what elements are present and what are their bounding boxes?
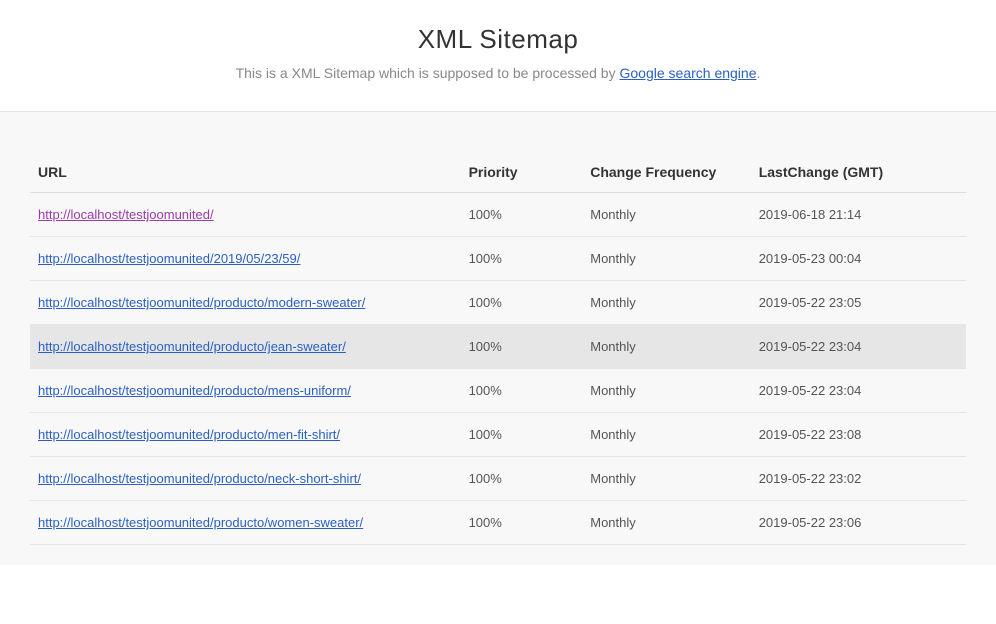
cell-last-change: 2019-05-22 23:04: [751, 369, 966, 413]
cell-last-change: 2019-05-22 23:08: [751, 413, 966, 457]
sitemap-url-link[interactable]: http://localhost/testjoomunited/producto…: [38, 383, 351, 398]
sitemap-table: URL Priority Change Frequency LastChange…: [30, 152, 966, 545]
column-header-last-change: LastChange (GMT): [751, 152, 966, 193]
cell-change-frequency: Monthly: [582, 325, 750, 369]
subtitle-suffix: .: [757, 65, 761, 81]
cell-last-change: 2019-05-22 23:05: [751, 281, 966, 325]
cell-change-frequency: Monthly: [582, 193, 750, 237]
table-header-row: URL Priority Change Frequency LastChange…: [30, 152, 966, 193]
cell-last-change: 2019-05-22 23:04: [751, 325, 966, 369]
cell-last-change: 2019-05-23 00:04: [751, 237, 966, 281]
column-header-priority: Priority: [461, 152, 583, 193]
cell-change-frequency: Monthly: [582, 281, 750, 325]
cell-priority: 100%: [461, 325, 583, 369]
page-title: XML Sitemap: [20, 24, 976, 55]
cell-url: http://localhost/testjoomunited/2019/05/…: [30, 237, 461, 281]
sitemap-url-link[interactable]: http://localhost/testjoomunited/producto…: [38, 427, 340, 442]
cell-priority: 100%: [461, 413, 583, 457]
cell-priority: 100%: [461, 457, 583, 501]
cell-url: http://localhost/testjoomunited/producto…: [30, 457, 461, 501]
table-row: http://localhost/testjoomunited/100%Mont…: [30, 193, 966, 237]
cell-url: http://localhost/testjoomunited/producto…: [30, 413, 461, 457]
sitemap-table-container: URL Priority Change Frequency LastChange…: [0, 111, 996, 565]
sitemap-url-link[interactable]: http://localhost/testjoomunited/producto…: [38, 471, 361, 486]
cell-priority: 100%: [461, 369, 583, 413]
table-row: http://localhost/testjoomunited/producto…: [30, 413, 966, 457]
sitemap-url-link[interactable]: http://localhost/testjoomunited/producto…: [38, 295, 365, 310]
cell-priority: 100%: [461, 281, 583, 325]
sitemap-url-link[interactable]: http://localhost/testjoomunited/producto…: [38, 515, 363, 530]
cell-url: http://localhost/testjoomunited/producto…: [30, 369, 461, 413]
page-header: XML Sitemap This is a XML Sitemap which …: [0, 0, 996, 111]
column-header-url: URL: [30, 152, 461, 193]
cell-url: http://localhost/testjoomunited/producto…: [30, 281, 461, 325]
sitemap-url-link[interactable]: http://localhost/testjoomunited/: [38, 207, 214, 222]
sitemap-url-link[interactable]: http://localhost/testjoomunited/2019/05/…: [38, 251, 300, 266]
table-row: http://localhost/testjoomunited/producto…: [30, 369, 966, 413]
cell-change-frequency: Monthly: [582, 413, 750, 457]
cell-change-frequency: Monthly: [582, 237, 750, 281]
cell-priority: 100%: [461, 501, 583, 545]
sitemap-url-link[interactable]: http://localhost/testjoomunited/producto…: [38, 339, 346, 354]
cell-last-change: 2019-06-18 21:14: [751, 193, 966, 237]
cell-url: http://localhost/testjoomunited/producto…: [30, 501, 461, 545]
table-row: http://localhost/testjoomunited/2019/05/…: [30, 237, 966, 281]
google-link[interactable]: Google search engine: [620, 65, 757, 81]
table-row: http://localhost/testjoomunited/producto…: [30, 325, 966, 369]
page-subtitle: This is a XML Sitemap which is supposed …: [20, 65, 976, 81]
table-row: http://localhost/testjoomunited/producto…: [30, 501, 966, 545]
cell-priority: 100%: [461, 193, 583, 237]
cell-url: http://localhost/testjoomunited/: [30, 193, 461, 237]
table-row: http://localhost/testjoomunited/producto…: [30, 457, 966, 501]
cell-url: http://localhost/testjoomunited/producto…: [30, 325, 461, 369]
cell-change-frequency: Monthly: [582, 501, 750, 545]
cell-change-frequency: Monthly: [582, 457, 750, 501]
table-row: http://localhost/testjoomunited/producto…: [30, 281, 966, 325]
cell-last-change: 2019-05-22 23:02: [751, 457, 966, 501]
column-header-change-frequency: Change Frequency: [582, 152, 750, 193]
cell-change-frequency: Monthly: [582, 369, 750, 413]
subtitle-prefix: This is a XML Sitemap which is supposed …: [236, 65, 620, 81]
cell-last-change: 2019-05-22 23:06: [751, 501, 966, 545]
cell-priority: 100%: [461, 237, 583, 281]
